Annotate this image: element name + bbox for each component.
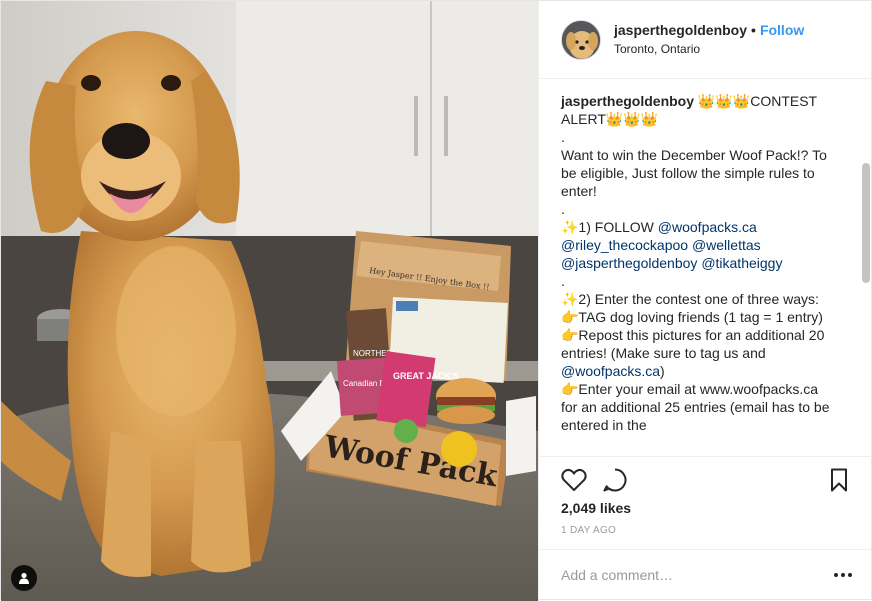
comment-input[interactable] <box>561 564 811 586</box>
location-link[interactable]: Toronto, Ontario <box>614 40 804 59</box>
caption-line-5: ✨1) FOLLOW <box>561 219 658 235</box>
avatar-dog-image <box>562 20 600 59</box>
post-side-panel: jasperthegoldenboy • Follow Toronto, Ontar… <box>538 1 872 601</box>
comments-scrollbar[interactable] <box>862 163 870 283</box>
comment-button[interactable] <box>602 467 628 493</box>
post-photo[interactable]: Hey Jasper !! Enjoy the Box !! Woof Pack… <box>1 1 538 601</box>
product-label-great-jacks: GREAT JACK'S <box>393 371 459 381</box>
instagram-post: Hey Jasper !! Enjoy the Box !! Woof Pack… <box>0 0 872 601</box>
post-header: jasperthegoldenboy • Follow Toronto, Ontar… <box>539 1 872 79</box>
mention-riley[interactable]: @riley_thecockapoo <box>561 237 688 253</box>
caption-line-2: . <box>561 129 565 145</box>
mention-tika[interactable]: @tikatheiggy <box>701 255 782 271</box>
like-button[interactable] <box>561 467 587 493</box>
post-timestamp[interactable]: 1 DAY AGO <box>561 525 616 536</box>
header-username[interactable]: jasperthegoldenboy <box>614 22 747 38</box>
mention-jasper[interactable]: @jasperthegoldenboy <box>561 255 697 271</box>
caption-line-9: 👉Repost this pictures for an additional … <box>561 327 825 361</box>
header-separator: • <box>751 21 756 38</box>
add-comment-section <box>539 549 872 601</box>
caption-line-8: 👉TAG dog loving friends (1 tag = 1 entry… <box>561 309 823 325</box>
comments-area[interactable]: jasperthegoldenboy 👑👑👑CONTEST ALERT👑👑👑 .… <box>539 80 872 456</box>
save-button[interactable] <box>826 467 852 493</box>
user-tag-button[interactable] <box>11 565 37 591</box>
caption-line-3: Want to win the December Woof Pack!? To … <box>561 147 827 199</box>
heart-icon <box>561 468 587 491</box>
dog-with-woof-pack-image: Hey Jasper !! Enjoy the Box !! Woof Pack… <box>1 1 538 601</box>
caption-line-6: . <box>561 273 565 289</box>
post-caption: jasperthegoldenboy 👑👑👑CONTEST ALERT👑👑👑 .… <box>561 92 837 434</box>
caption-username[interactable]: jasperthegoldenboy <box>561 93 694 109</box>
follow-button[interactable]: Follow <box>760 22 804 38</box>
avatar[interactable] <box>561 19 601 60</box>
caption-repost-tail: ) <box>660 363 665 379</box>
mention-woofpacks[interactable]: @woofpacks.ca <box>658 219 757 235</box>
caption-line-4: . <box>561 201 565 217</box>
caption-line-7: ✨2) Enter the contest one of three ways: <box>561 291 819 307</box>
person-icon <box>19 572 29 584</box>
action-bar <box>539 456 872 500</box>
more-options-icon[interactable] <box>834 572 852 578</box>
comment-icon <box>603 468 627 492</box>
bookmark-icon <box>831 468 847 492</box>
caption-line-10: 👉Enter your email at www.woofpacks.ca fo… <box>561 381 830 433</box>
mention-wellettas[interactable]: @wellettas <box>692 237 761 253</box>
likes-count[interactable]: 2,049 likes <box>561 500 631 516</box>
mention-woofpacks-repost[interactable]: @woofpacks.ca <box>561 363 660 379</box>
